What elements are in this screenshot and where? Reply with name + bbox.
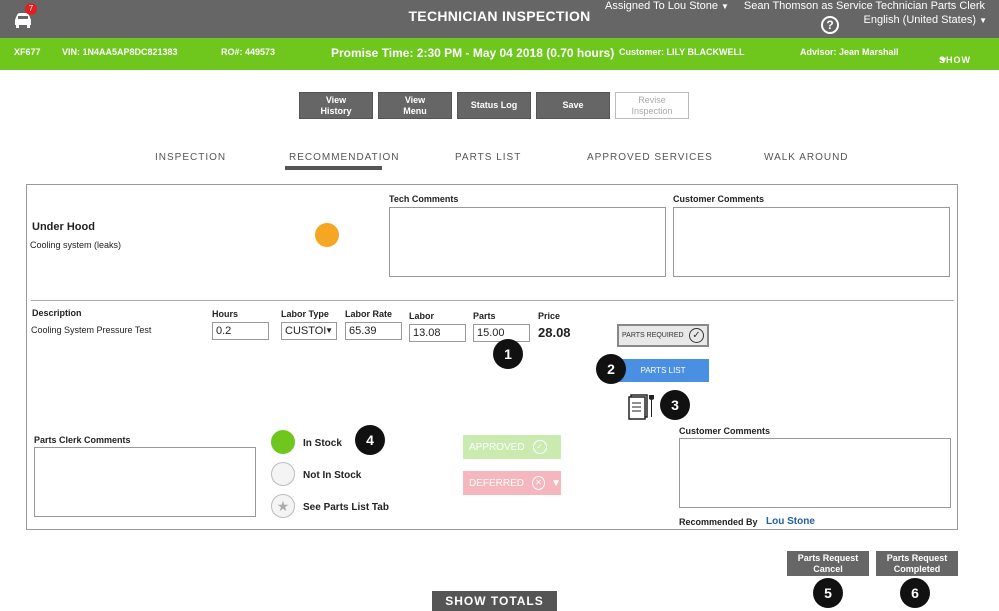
promise-time: Promise Time: 2:30 PM - May 04 2018 (0.7… [331, 46, 615, 60]
deferred-button[interactable]: DEFERRED ✕ ▼ [463, 471, 561, 495]
description-label: Description [32, 308, 82, 318]
close-icon: ✕ [532, 476, 546, 490]
status-indicator [315, 223, 339, 247]
active-tab-indicator [285, 166, 382, 170]
tech-comments-field[interactable] [389, 207, 666, 277]
cancel-label-2: Cancel [813, 564, 843, 574]
parts-request-cancel-button[interactable]: Parts Request Cancel [787, 551, 869, 576]
chevron-down-icon: ▼ [720, 2, 729, 11]
not-in-stock-icon[interactable] [271, 462, 295, 486]
repair-order: RO#: 449573 [221, 47, 276, 57]
parts-document-icon[interactable] [627, 391, 657, 421]
user-role: Sean Thomson as Service Technician Parts… [743, 0, 985, 12]
view-menu-button[interactable]: View Menu [378, 92, 452, 119]
customer-comments-label: Customer Comments [673, 194, 765, 204]
labor-rate-input[interactable]: 65.39 [345, 322, 402, 340]
labor-label: Labor [409, 311, 435, 321]
approved-label: APPROVED [469, 441, 525, 453]
customer-comments-field-2[interactable] [679, 438, 951, 508]
labor-rate-label: Labor Rate [345, 309, 393, 319]
marker-3: 3 [660, 390, 690, 420]
language-dropdown[interactable]: English (United States) ▼ [864, 14, 987, 26]
hours-label: Hours [212, 309, 239, 319]
approved-button[interactable]: APPROVED ✓ [463, 435, 561, 459]
price-value: 28.08 [538, 325, 571, 340]
customer-comments-field[interactable] [673, 207, 950, 277]
in-stock-icon[interactable] [271, 430, 295, 454]
tab-inspection[interactable]: INSPECTION [155, 152, 226, 163]
completed-label-1: Parts Request [886, 553, 948, 563]
chevron-down-icon: ▼ [979, 16, 987, 25]
price-label: Price [538, 311, 561, 321]
vehicle-bar: XF677 VIN: 1N4AA5AP8DC821383 RO#: 449573… [0, 38, 999, 70]
language-label: English (United States) [863, 14, 977, 26]
in-stock-label: In Stock [303, 438, 342, 449]
revise-inspection-button[interactable]: Revise Inspection [615, 92, 689, 119]
customer-name: Customer: LILY BLACKWELL [619, 47, 745, 57]
check-icon: ✓ [689, 328, 704, 343]
recommended-by-value: Lou Stone [766, 516, 815, 527]
labor-input[interactable]: 13.08 [409, 324, 466, 342]
labor-type-value: CUSTOI [285, 325, 327, 337]
marker-1: 1 [493, 339, 523, 369]
not-in-stock-label: Not In Stock [303, 470, 362, 481]
recommended-by-label: Recommended By [679, 517, 758, 527]
check-icon: ✓ [532, 440, 547, 454]
revise-label-2: Inspection [631, 105, 673, 116]
advisor-name: Advisor: Jean Marshall [800, 47, 899, 57]
chevron-down-icon: ▼ [551, 477, 561, 489]
parts-required-label: PARTS REQUIRED [622, 332, 684, 339]
view-history-button[interactable]: View History [299, 92, 373, 119]
help-icon[interactable]: ? [821, 16, 839, 34]
item-subtitle: Cooling system (leaks) [30, 240, 122, 250]
marker-5: 5 [813, 578, 843, 608]
tab-walk-around[interactable]: WALK AROUND [764, 152, 849, 163]
revise-label-1: Revise [638, 94, 666, 105]
parts-list-button[interactable]: PARTS LIST [617, 359, 709, 382]
vehicle-vin: VIN: 1N4AA5AP8DC821383 [62, 47, 178, 57]
status-log-button[interactable]: Status Log [457, 92, 531, 119]
cancel-label-1: Parts Request [797, 553, 859, 563]
marker-6: 6 [900, 578, 930, 608]
description-value: Cooling System Pressure Test [31, 325, 152, 335]
labor-type-select[interactable]: CUSTOI ▼ [281, 322, 337, 340]
marker-4: 4 [355, 425, 385, 455]
deferred-label: DEFERRED [469, 477, 525, 489]
show-totals-button[interactable]: SHOW TOTALS [432, 591, 557, 611]
chevron-down-icon: ▼ [325, 326, 333, 335]
labor-type-label: Labor Type [281, 309, 329, 319]
chevron-down-icon: ▼ [939, 55, 949, 65]
star-icon[interactable]: ★ [271, 494, 295, 518]
marker-2: 2 [596, 354, 626, 384]
view-menu-label-2: Menu [403, 105, 427, 116]
parts-request-completed-button[interactable]: Parts Request Completed [876, 551, 958, 576]
parts-label: Parts [473, 311, 496, 321]
view-menu-label-1: View [404, 94, 426, 105]
tab-parts-list[interactable]: PARTS LIST [455, 152, 521, 163]
see-parts-list-label: See Parts List Tab [303, 502, 389, 513]
top-bar: 7 TECHNICIAN INSPECTION Assigned To Lou … [0, 0, 999, 38]
view-history-label-2: History [320, 105, 352, 116]
parts-clerk-comments-label: Parts Clerk Comments [34, 435, 131, 445]
assigned-dropdown[interactable]: Assigned To Lou Stone ▼ [605, 0, 729, 12]
view-history-label-1: View [325, 94, 347, 105]
assigned-label: Assigned To Lou Stone [605, 0, 718, 12]
parts-clerk-comments-field[interactable] [34, 447, 256, 517]
section-title: Under Hood [32, 221, 95, 233]
tab-approved-services[interactable]: APPROVED SERVICES [587, 152, 713, 163]
divider [31, 300, 954, 301]
hours-input[interactable]: 0.2 [212, 322, 269, 340]
save-button[interactable]: Save [536, 92, 610, 119]
customer-comments-label-2: Customer Comments [679, 426, 771, 436]
vehicle-tag: XF677 [14, 47, 41, 57]
parts-required-toggle[interactable]: PARTS REQUIRED ✓ [617, 324, 709, 347]
tab-recommendation[interactable]: RECOMMENDATION [289, 152, 399, 163]
completed-label-2: Completed [893, 564, 941, 574]
tech-comments-label: Tech Comments [389, 194, 459, 204]
